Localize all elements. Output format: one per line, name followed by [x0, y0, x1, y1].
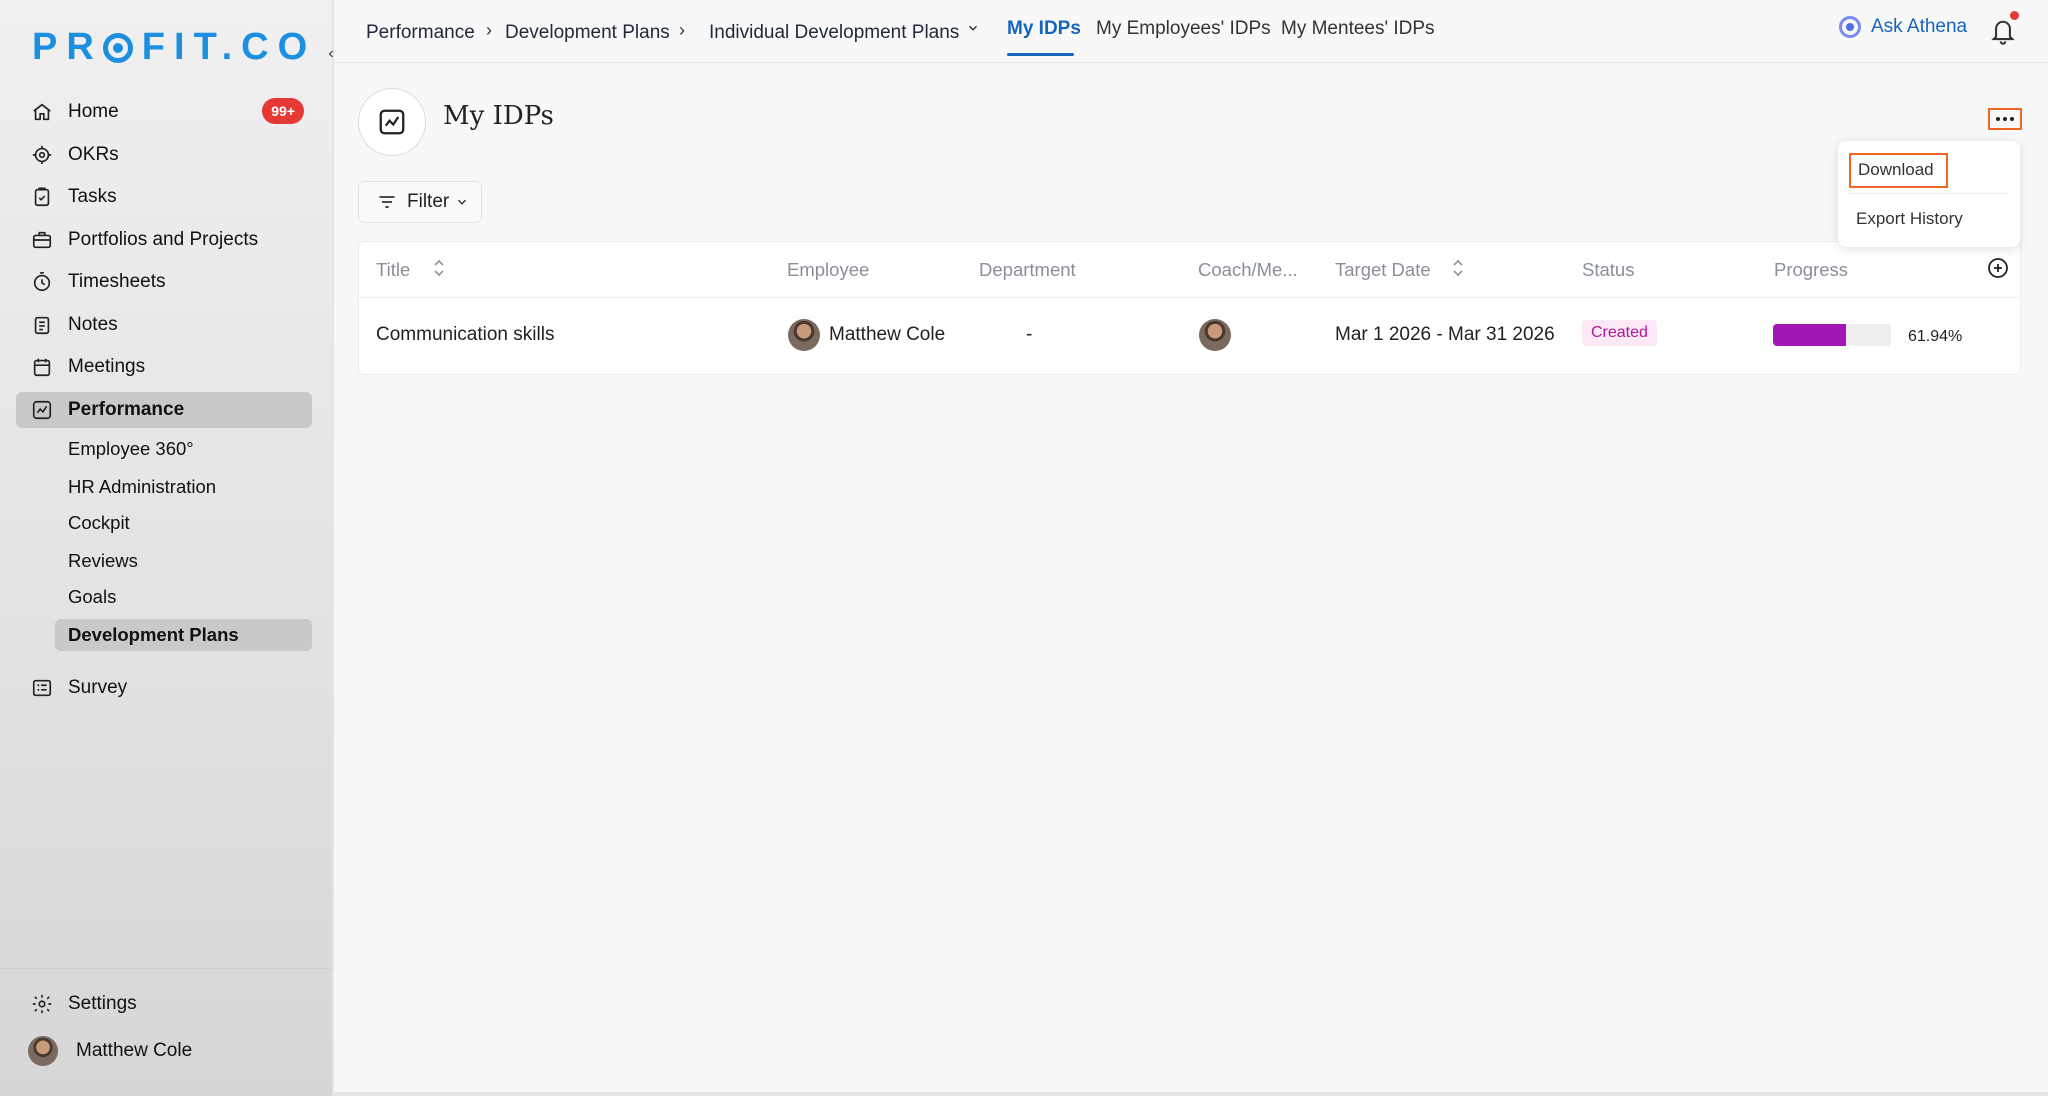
header-divider — [359, 297, 2020, 298]
briefcase-icon — [30, 228, 54, 252]
sidebar-item-portfolios[interactable]: Portfolios and Projects — [16, 222, 312, 258]
breadcrumb-separator-icon: › — [486, 20, 492, 40]
notification-badge: 99+ — [262, 98, 304, 124]
page-chart-icon — [358, 88, 426, 156]
sort-icon[interactable] — [432, 258, 446, 283]
bell-icon[interactable] — [1989, 16, 2017, 46]
sidebar-item-performance[interactable]: Performance — [16, 392, 312, 428]
sidebar-item-label: Survey — [68, 677, 128, 698]
subnav-employee-360[interactable]: Employee 360° — [55, 433, 312, 465]
sidebar-item-meetings[interactable]: Meetings — [16, 349, 312, 385]
sidebar-item-settings[interactable]: Settings — [16, 986, 312, 1022]
menu-item-download[interactable]: Download — [1849, 153, 1948, 188]
clipboard-check-icon — [30, 185, 54, 209]
survey-icon — [30, 676, 54, 700]
row-target-date: Mar 1 2026 - Mar 31 2026 — [1335, 324, 1555, 345]
stopwatch-icon — [30, 270, 54, 294]
main-content: Performance › Development Plans › Indivi… — [333, 0, 2048, 1092]
column-header-employee: Employee — [787, 259, 870, 280]
column-header-department: Department — [979, 259, 1076, 280]
sidebar-user-profile[interactable]: Matthew Cole — [16, 1033, 312, 1069]
breadcrumb-separator-icon: › — [679, 20, 685, 40]
filter-icon — [377, 192, 397, 212]
sidebar-item-label: Tasks — [68, 186, 117, 207]
filter-button[interactable]: Filter — [358, 181, 482, 223]
ask-athena-button[interactable]: Ask Athena — [1839, 16, 1967, 38]
ask-athena-label: Ask Athena — [1871, 16, 1968, 37]
sidebar-item-label: Meetings — [68, 356, 146, 377]
sidebar-item-label: Performance — [68, 399, 185, 420]
column-header-status: Status — [1582, 259, 1635, 280]
filter-label: Filter — [407, 191, 450, 212]
calendar-icon — [30, 355, 54, 379]
notes-icon — [30, 313, 54, 337]
sidebar-item-label: Notes — [68, 314, 118, 335]
more-options-dropdown: Download Export History — [1838, 141, 2020, 247]
top-navigation-bar: Performance › Development Plans › Indivi… — [334, 0, 2048, 63]
row-department: - — [1026, 324, 1033, 345]
tab-my-employees-idps[interactable]: My Employees' IDPs — [1096, 18, 1271, 40]
sidebar-item-tasks[interactable]: Tasks — [16, 179, 312, 215]
active-tab-indicator — [1007, 53, 1074, 56]
sort-icon[interactable] — [1451, 258, 1465, 283]
subnav-hr-administration[interactable]: HR Administration — [55, 471, 312, 503]
chevron-down-icon — [455, 195, 469, 209]
logo-target-icon — [102, 32, 133, 63]
breadcrumb-individual-development-plans[interactable]: Individual Development Plans — [709, 22, 959, 44]
sidebar-item-survey[interactable]: Survey — [16, 670, 312, 706]
sidebar-divider — [0, 968, 332, 969]
sidebar-item-label: OKRs — [68, 144, 119, 165]
sidebar-item-label: Home — [68, 101, 119, 122]
status-badge: Created — [1582, 320, 1657, 346]
row-employee: Matthew Cole — [829, 324, 946, 345]
user-name: Matthew Cole — [76, 1040, 193, 1061]
logo-text-right: FIT.CO — [141, 26, 317, 68]
chevron-down-icon[interactable] — [966, 19, 980, 41]
logo-text-left: PR — [32, 26, 103, 68]
breadcrumb-development-plans[interactable]: Development Plans — [505, 22, 670, 44]
breadcrumb-performance[interactable]: Performance — [366, 22, 475, 44]
coach-avatar[interactable] — [1199, 319, 1231, 351]
home-icon — [30, 100, 54, 124]
employee-avatar — [788, 319, 820, 351]
subnav-goals[interactable]: Goals — [55, 581, 312, 613]
athena-icon — [1839, 16, 1861, 38]
profitco-logo[interactable]: PR FIT.CO — [32, 26, 316, 69]
progress-percentage: 61.94% — [1908, 328, 1963, 345]
page-title: My IDPs — [443, 101, 554, 131]
target-icon — [30, 143, 54, 167]
sidebar-item-okrs[interactable]: OKRs — [16, 137, 312, 173]
notification-dot — [2010, 11, 2019, 20]
chart-line-icon — [30, 398, 54, 422]
column-header-target-date[interactable]: Target Date — [1335, 259, 1431, 281]
row-title[interactable]: Communication skills — [376, 324, 554, 346]
sidebar-item-notes[interactable]: Notes — [16, 307, 312, 343]
user-avatar — [28, 1036, 58, 1066]
progress-bar-fill — [1773, 324, 1847, 346]
gear-icon — [30, 992, 54, 1016]
sidebar-item-timesheets[interactable]: Timesheets — [16, 264, 312, 300]
idp-table: Title Employee Department Coach/Me... Ta… — [358, 241, 2021, 375]
more-options-button[interactable] — [1988, 108, 2022, 130]
sidebar: PR FIT.CO Home 99+ OKRs Tasks Portfolios … — [0, 0, 332, 1096]
column-header-coach-mentor: Coach/Me... — [1198, 259, 1298, 280]
sidebar-item-home[interactable]: Home 99+ — [16, 94, 312, 130]
subnav-cockpit[interactable]: Cockpit — [55, 507, 312, 539]
tab-my-mentees-idps[interactable]: My Mentees' IDPs — [1281, 18, 1435, 40]
subnav-reviews[interactable]: Reviews — [55, 545, 312, 577]
menu-item-export-history[interactable]: Export History — [1856, 209, 1963, 229]
menu-divider — [1848, 193, 2010, 194]
add-column-icon[interactable] — [1986, 256, 2010, 285]
column-header-progress: Progress — [1774, 259, 1849, 280]
sidebar-item-label: Settings — [68, 993, 137, 1014]
column-header-title[interactable]: Title — [376, 259, 410, 281]
progress-bar — [1773, 324, 1891, 346]
sidebar-item-label: Portfolios and Projects — [68, 229, 259, 250]
tab-my-idps[interactable]: My IDPs — [1007, 18, 1081, 40]
sidebar-item-label: Timesheets — [68, 271, 166, 292]
subnav-development-plans[interactable]: Development Plans — [55, 619, 312, 651]
